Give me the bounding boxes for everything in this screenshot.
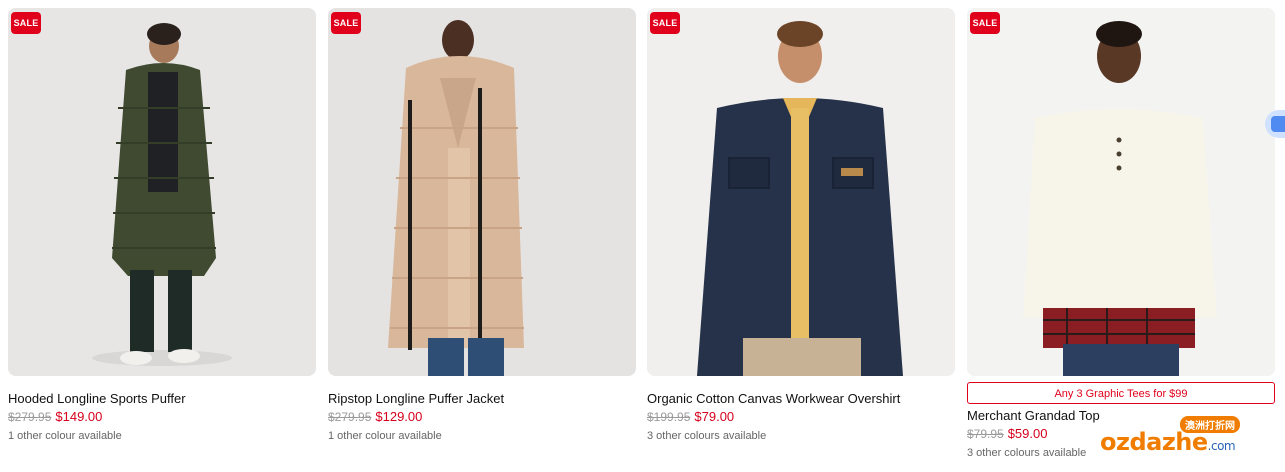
price-row: $279.95 $149.00 bbox=[8, 409, 316, 425]
sale-price: $59.00 bbox=[1007, 426, 1048, 441]
product-card[interactable]: SALE Organic Cotton Canvas Workwear Over… bbox=[647, 8, 955, 443]
product-image[interactable]: SALE bbox=[647, 8, 955, 376]
sale-badge: SALE bbox=[11, 12, 41, 34]
original-price: $79.95 bbox=[967, 427, 1004, 441]
sale-badge: SALE bbox=[970, 12, 1000, 34]
product-card[interactable]: SALE Hooded Longline Sports Puffer $279.… bbox=[8, 8, 316, 443]
original-price: $279.95 bbox=[328, 410, 372, 424]
sale-price: $79.00 bbox=[694, 409, 735, 424]
watermark-logo-suffix: .com bbox=[1207, 439, 1236, 453]
watermark-logo: 澳洲打折网 ozdazhe.com bbox=[1098, 416, 1268, 466]
sale-price: $149.00 bbox=[55, 409, 103, 424]
promo-banner[interactable]: Any 3 Graphic Tees for $99 bbox=[967, 382, 1275, 404]
side-helper-tab[interactable] bbox=[1265, 110, 1285, 138]
product-name[interactable]: Organic Cotton Canvas Workwear Overshirt bbox=[647, 391, 955, 407]
product-image[interactable]: SALE bbox=[967, 8, 1275, 376]
watermark-logo-main: ozdazhe bbox=[1100, 428, 1208, 456]
price-row: $199.95 $79.00 bbox=[647, 409, 955, 425]
product-grid: SALE Hooded Longline Sports Puffer $279.… bbox=[0, 0, 1285, 472]
watermark-logo-text: ozdazhe.com bbox=[1100, 428, 1236, 456]
product-card[interactable]: SALE Any 3 Graphic Tees for $99 Merchant… bbox=[967, 8, 1275, 460]
product-card[interactable]: SALE Ripstop Longline Puffer Jacket $279… bbox=[328, 8, 636, 443]
colour-availability[interactable]: 1 other colour available bbox=[8, 429, 316, 443]
price-row: $279.95 $129.00 bbox=[328, 409, 636, 425]
original-price: $279.95 bbox=[8, 410, 52, 424]
product-image[interactable]: SALE bbox=[328, 8, 636, 376]
original-price: $199.95 bbox=[647, 410, 691, 424]
colour-availability[interactable]: 1 other colour available bbox=[328, 429, 636, 443]
product-image[interactable]: SALE bbox=[8, 8, 316, 376]
sale-price: $129.00 bbox=[375, 409, 423, 424]
colour-availability[interactable]: 3 other colours available bbox=[647, 429, 955, 443]
product-name[interactable]: Hooded Longline Sports Puffer bbox=[8, 391, 316, 407]
translate-icon bbox=[1271, 116, 1285, 132]
product-name[interactable]: Ripstop Longline Puffer Jacket bbox=[328, 391, 636, 407]
sale-badge: SALE bbox=[331, 12, 361, 34]
sale-badge: SALE bbox=[650, 12, 680, 34]
